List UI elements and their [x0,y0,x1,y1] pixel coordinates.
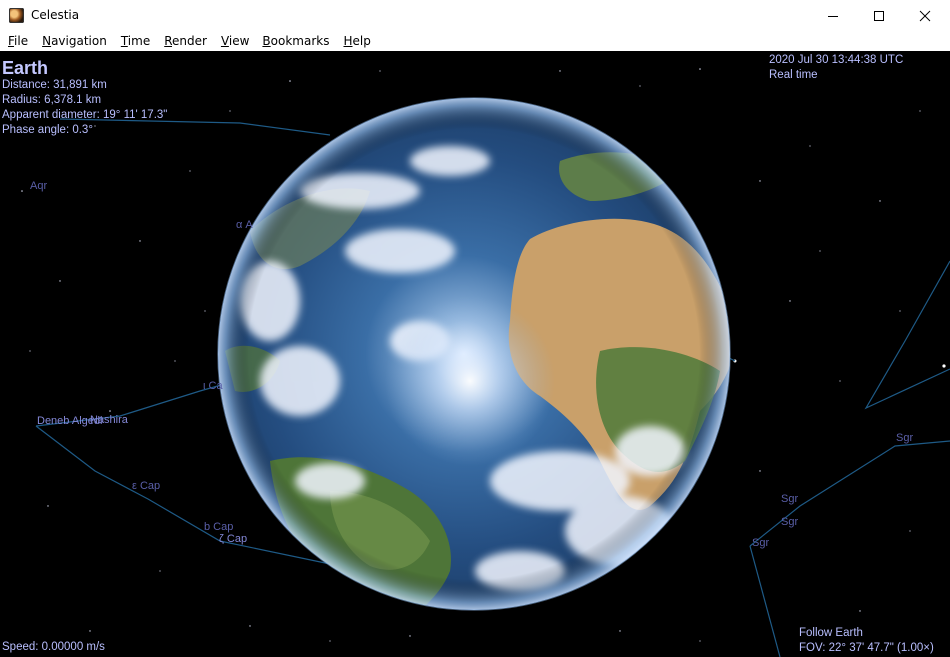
object-info-panel: Earth Distance: 31,891 km Radius: 6,378.… [2,58,167,138]
object-phase-angle: Phase angle: 0.3° [2,124,93,136]
object-distance: Distance: 31,891 km [2,79,107,91]
menu-help-mnemonic: H [343,34,353,48]
follow-target: Follow Earth [799,627,863,639]
minimize-button[interactable] [810,0,856,31]
label-epsilon-cap[interactable]: ε Cap [132,480,160,492]
menu-time-mnemonic: T [120,34,128,48]
maximize-icon [874,10,884,21]
menu-help[interactable]: Help [343,31,370,51]
object-radius: Radius: 6,378.1 km [2,94,102,106]
close-button[interactable] [902,0,948,31]
speed-readout: Speed: 0.00000 m/s [2,641,105,653]
camera-panel: Follow Earth FOV: 22° 37' 47.7" (1.00×) [799,626,934,656]
field-of-view: FOV: 22° 37' 47.7" (1.00×) [799,642,934,654]
label-b-cap[interactable]: b Cap [204,521,233,533]
menu-navigation[interactable]: Navigation [42,31,107,51]
menu-render-label: ender [172,34,207,48]
sky-canvas [21,68,950,657]
menu-file[interactable]: File [8,31,28,51]
menu-navigation-mnemonic: N [42,34,52,48]
close-icon [919,10,931,21]
minimize-icon [828,15,838,17]
menu-time-label: ime [127,34,151,48]
maximize-button[interactable] [856,0,902,31]
label-alpha-a[interactable]: α A [236,219,253,231]
window-title: Celestia [31,8,80,22]
label-sgr-2[interactable]: Sgr [781,493,798,505]
menu-bar: File Navigation Time Render View Bookmar… [0,31,950,51]
menu-help-label: elp [352,34,371,48]
menu-time[interactable]: Time [121,31,150,51]
render-viewport[interactable]: Aqr α A ι Ca Deneb Algedi Nashira ε Cap … [0,51,950,657]
label-zeta-cap[interactable]: ζ Cap [219,533,247,545]
label-nashira[interactable]: Nashira [90,414,128,426]
label-sgr-1[interactable]: Sgr [896,432,913,444]
earth-globe[interactable] [217,97,736,626]
object-name: Earth [2,58,49,78]
label-sgr-3[interactable]: Sgr [781,516,798,528]
menu-render-mnemonic: R [164,34,173,48]
menu-view-label: iew [228,34,250,48]
title-bar[interactable]: Celestia [0,0,950,31]
sim-datetime: 2020 Jul 30 13:44:38 UTC [769,54,904,66]
menu-bookmarks[interactable]: Bookmarks [262,31,329,51]
menu-view[interactable]: View [221,31,249,51]
menu-render[interactable]: Render [164,31,207,51]
celestia-window: Celestia File Navigation Time Render Vie… [0,0,950,657]
menu-file-label: ile [14,34,29,48]
time-mode: Real time [769,69,818,81]
label-sgr-4[interactable]: Sgr [752,537,769,549]
label-aqr[interactable]: Aqr [30,180,47,192]
object-apparent-diameter: Apparent diameter: 19° 11' 17.3" [2,109,168,121]
menu-bookmarks-mnemonic: B [262,34,271,48]
menu-navigation-label: avigation [51,34,107,48]
celestia-app-icon[interactable] [9,8,24,23]
label-iota-cap[interactable]: ι Ca [203,380,223,392]
menu-bookmarks-label: ookmarks [270,34,330,48]
menu-view-mnemonic: V [220,34,229,48]
time-panel: 2020 Jul 30 13:44:38 UTC Real time [769,53,903,83]
